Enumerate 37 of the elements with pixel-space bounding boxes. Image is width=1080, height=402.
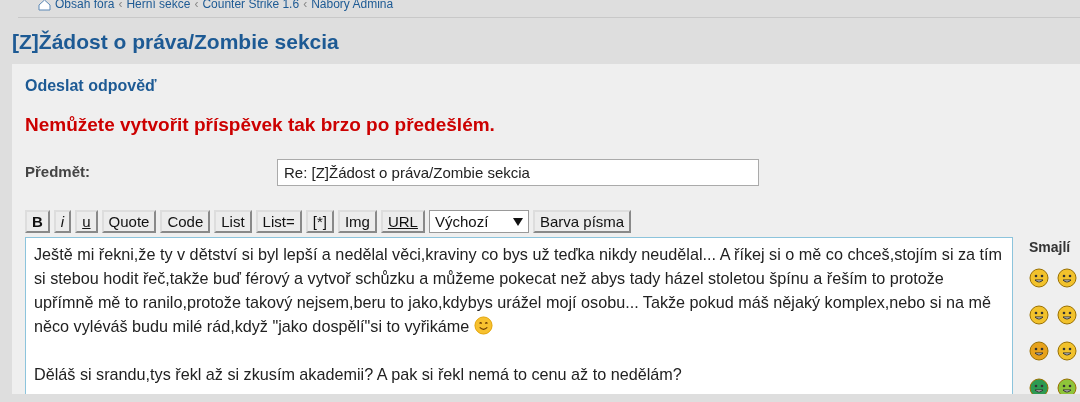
subject-field[interactable]: Re: [Z]Žádost o práva/Zombie sekcia	[277, 159, 759, 186]
error-message: Nemůžete vytvořit příspěvek tak brzo po předešlém.	[25, 112, 496, 137]
toolbar-button[interactable]: Quote	[101, 210, 157, 233]
separator-icon: ‹	[303, 0, 308, 13]
toolbar-button[interactable]: u	[75, 210, 98, 233]
toolbar-button[interactable]: i	[53, 210, 72, 233]
smiley-icon	[473, 317, 493, 335]
home-icon[interactable]	[38, 0, 51, 13]
smiley-icon[interactable]	[1057, 375, 1077, 394]
breadcrumb-link[interactable]: Nábory Admina	[311, 0, 394, 13]
smiley-icon[interactable]	[1029, 302, 1049, 325]
smileys-heading: Smajlí	[1029, 238, 1072, 257]
font-select[interactable]: Výchozí	[428, 210, 529, 233]
breadcrumb-link[interactable]: Counter Strike 1.6	[202, 0, 300, 13]
separator-icon: ‹	[118, 0, 123, 13]
smiley-icon[interactable]	[1029, 339, 1049, 362]
smiley-icon[interactable]	[1029, 375, 1049, 394]
smiley-icon[interactable]	[1029, 266, 1049, 289]
toolbar-button[interactable]: URL	[380, 210, 425, 233]
caret-icon	[512, 217, 523, 226]
form-heading: Odeslat odpověď	[25, 75, 158, 96]
toolbar-button[interactable]: Barva písma	[532, 210, 632, 233]
smiley-icon[interactable]	[1057, 302, 1077, 325]
subject-label: Předmět:	[25, 162, 92, 183]
breadcrumb-link[interactable]: Herní sekce	[126, 0, 191, 13]
breadcrumb-link[interactable]: Obsah fóra	[55, 0, 115, 13]
message-field[interactable]: Ještě mi řekni,že ty v dětství si byl lepší a nedělal věci,kraviny co bys už teďka nikdy neudělal... A říkej si o mě co chceš,stojím si za tím si stebou hodit řeč,takže buď férový a vytvoř schůzku a můžeme pokecat než abys tady házel stoletou špínu a řeším to protože upřímně mě to ranilo,protože takový nejsem,beru to jako,kdybys urážel mojí osobu... Takže pokud máš nějaký komplex,nebo si na mě něco vyléváš budu milé rád,když "jako dospělí"si to vyřikáme Děláš si srandu,tys řekl až si zkusím akademii? A pak si řekl nemá to cenu až to nedělám?	[25, 237, 1013, 394]
topic-title: [Z]Žádost o práva/Zombie sekcia	[12, 29, 340, 55]
smiley-icon[interactable]	[1057, 266, 1077, 289]
toolbar-button[interactable]: List=	[255, 210, 302, 233]
toolbar-button[interactable]: Img	[337, 210, 377, 233]
toolbar-button[interactable]: Code	[160, 210, 211, 233]
toolbar-button[interactable]: [*]	[305, 210, 334, 233]
toolbar-button[interactable]: List	[214, 210, 252, 233]
toolbar-button[interactable]: B	[25, 210, 50, 233]
smiley-icon[interactable]	[1057, 339, 1077, 362]
separator-icon: ‹	[194, 0, 199, 13]
